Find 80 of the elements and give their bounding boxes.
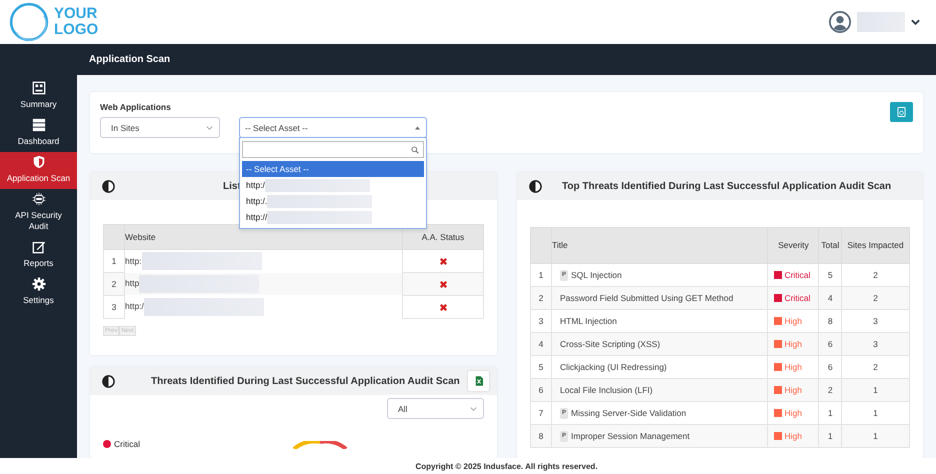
server-icon <box>32 118 46 132</box>
column-header: Severity <box>768 228 819 264</box>
dropdown-option[interactable]: http:// <box>242 209 424 225</box>
table-cell: 4 <box>818 286 842 310</box>
table-cell: 2 <box>842 286 910 310</box>
excel-export-button[interactable] <box>468 371 489 391</box>
table-cell: 8 <box>530 424 552 448</box>
shield-icon <box>32 155 46 169</box>
chevron-down-icon[interactable] <box>911 19 920 25</box>
sidebar-item[interactable]: Settings <box>0 274 77 311</box>
severity-label: High <box>784 408 802 418</box>
sidebar-item[interactable]: Summary <box>0 78 77 115</box>
asset-select[interactable]: -- Select Asset -- <box>239 117 427 138</box>
threat-title: Password Field Submitted Using GET Method <box>560 292 734 304</box>
caret-up-icon <box>415 126 420 130</box>
half-circle-icon <box>102 374 115 388</box>
sidebar-item[interactable]: Application Scan <box>0 152 77 189</box>
column-header: Sites Impacted <box>842 228 910 264</box>
avatar-icon[interactable] <box>829 11 851 33</box>
column-header: Total <box>818 228 842 264</box>
settings-icon <box>32 277 46 291</box>
table-cell: 1 <box>842 378 910 402</box>
threat-title: Improper Session Management <box>571 430 690 442</box>
table-cell: 3 <box>104 296 124 318</box>
threat-title: Missing Server-Side Validation <box>571 408 686 418</box>
search-icon <box>411 146 419 154</box>
table-cell: 2 <box>818 378 842 402</box>
table-cell: 6 <box>530 378 552 402</box>
severity-label: High <box>784 384 802 396</box>
column-header: A.A. Status <box>402 224 484 250</box>
chevron-down-icon <box>470 406 477 410</box>
severity-label: Critical <box>784 292 810 304</box>
search-field[interactable] <box>242 141 424 158</box>
table-cell: 2 <box>530 286 552 310</box>
logo-text: YOUR <box>54 6 98 22</box>
dropdown-option[interactable]: http:/ <box>242 177 424 193</box>
table-cell: 3 <box>842 332 910 356</box>
half-circle-icon <box>529 180 542 192</box>
sidebar-item[interactable]: Reports <box>0 237 77 274</box>
export-button[interactable] <box>890 102 913 122</box>
severity-label: High <box>784 338 802 350</box>
threat-title: SQL Injection <box>571 270 622 280</box>
severity-select[interactable]: All <box>387 398 484 419</box>
table-cell: 1 <box>842 424 910 448</box>
chevron-down-icon <box>206 126 213 130</box>
threat-title: HTML Injection <box>560 316 617 326</box>
filter-label: Web Applications <box>100 102 172 112</box>
page-title: Application Scan <box>89 54 170 65</box>
sidebar-item[interactable]: API Security Audit <box>0 189 77 237</box>
dropdown-option[interactable]: -- Select Asset -- <box>242 161 424 177</box>
severity-label: Critical <box>784 270 810 280</box>
url-text: http: <box>125 256 142 266</box>
table-cell: 2 <box>104 272 124 296</box>
spreadsheet-icon <box>474 376 482 386</box>
card-title: Top Threats Identified During Last Successful Application Audit Scan <box>562 180 892 192</box>
document-icon <box>897 106 906 118</box>
threat-title: Clickjacking (UI Redressing) <box>560 362 667 372</box>
url-text: http <box>125 278 140 289</box>
url-text: http:/ <box>125 301 144 312</box>
card-title: Threats Identified During Last Successful Application Audit Scan <box>151 376 460 386</box>
table-cell: 6 <box>818 332 842 356</box>
edit-icon <box>32 240 46 254</box>
severity-label: High <box>784 362 802 372</box>
logo-ring-icon <box>8 1 50 43</box>
copyright-text: Copyright © 2025 Indusface. All rights reserved. <box>415 462 598 470</box>
legend-label: Critical <box>114 439 140 449</box>
column-header: Title <box>552 228 768 264</box>
threat-title: Cross-Site Scripting (XSS) <box>560 338 660 350</box>
sidebar-item[interactable]: Dashboard <box>0 115 77 152</box>
monitor-icon <box>32 81 46 95</box>
severity-label: High <box>784 430 802 442</box>
severity-label: High <box>784 316 802 326</box>
table-cell: 1 <box>818 424 842 448</box>
half-circle-icon <box>102 180 115 192</box>
table-cell: 4 <box>530 332 552 356</box>
type-select[interactable]: In Sites <box>100 117 220 138</box>
chip-icon <box>32 192 46 206</box>
dropdown-option[interactable]: http:/. <box>242 193 424 209</box>
logo-text: LOGO <box>54 22 98 38</box>
threat-title: Local File Inclusion (LFI) <box>560 384 653 396</box>
